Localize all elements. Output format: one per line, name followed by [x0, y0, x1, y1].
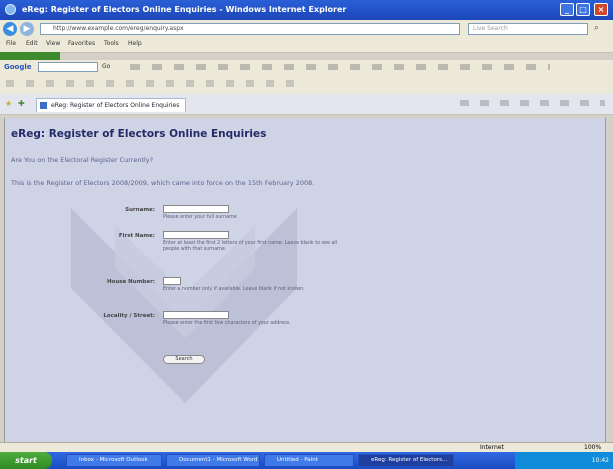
back-button[interactable]: ◀: [3, 22, 17, 36]
house-number-label: House Number:: [106, 279, 155, 285]
surname-help: Please enter your full surname: [163, 215, 237, 220]
menu-file[interactable]: File: [6, 40, 16, 47]
google-go-button[interactable]: Go: [102, 63, 110, 70]
page-title: eReg: Register of Electors Online Enquir…: [11, 128, 267, 140]
menu-help[interactable]: Help: [128, 40, 142, 47]
maximize-button[interactable]: □: [576, 3, 590, 16]
search-button[interactable]: Search: [163, 355, 205, 364]
google-toolbar: Google Go: [0, 60, 613, 77]
window-title: eReg: Register of Electors Online Enquir…: [22, 5, 347, 14]
task-word[interactable]: Document1 - Microsoft Word: [166, 454, 260, 467]
title-bar: eReg: Register of Electors Online Enquir…: [0, 0, 613, 20]
address-toolbar: ◀ ▶ http://www.example.com/ereg/enquiry.…: [0, 20, 613, 39]
page-favicon-icon: [40, 102, 47, 109]
house-number-help: Enter a number only if available. Leave …: [163, 287, 305, 292]
tab-bar: ★ ✚ eReg: Register of Electors Online En…: [0, 94, 613, 115]
surname-label: Surname:: [125, 207, 155, 213]
surname-input[interactable]: [163, 205, 229, 213]
locality-help: Please enter the first few characters of…: [163, 321, 291, 326]
ie-logo-icon: [5, 4, 16, 15]
page-question: Are You on the Electoral Register Curren…: [11, 156, 154, 164]
locality-label: Locality / Street:: [103, 313, 155, 319]
toolbar-buttons[interactable]: [6, 80, 306, 87]
command-bar[interactable]: [460, 100, 605, 106]
taskbar: start Inbox - Microsoft Outlook Document…: [0, 452, 613, 469]
task-paint[interactable]: Untitled - Paint: [264, 454, 354, 467]
menu-tools[interactable]: Tools: [104, 40, 119, 47]
menu-view[interactable]: View: [46, 40, 60, 47]
forward-button[interactable]: ▶: [20, 22, 34, 36]
menu-edit[interactable]: Edit: [26, 40, 38, 47]
zoom-level[interactable]: 100%: [584, 444, 601, 451]
tools-toolbar: [0, 76, 613, 95]
house-number-input[interactable]: [163, 277, 181, 285]
close-button[interactable]: ×: [594, 3, 608, 16]
page-content: eReg: Register of Electors Online Enquir…: [4, 118, 606, 442]
task-ie[interactable]: eReg: Register of Electors...: [358, 454, 454, 467]
minimize-button[interactable]: _: [560, 3, 574, 16]
add-favorite-icon[interactable]: ✚: [18, 99, 25, 108]
tab-ereg[interactable]: eReg: Register of Electors Online Enquir…: [36, 98, 186, 112]
links-bar: [0, 52, 60, 60]
locality-input[interactable]: [163, 311, 229, 319]
zone-indicator: Internet: [480, 444, 504, 451]
first-name-input[interactable]: [163, 231, 229, 239]
first-name-help: Enter at least the first 2 letters of yo…: [163, 241, 338, 252]
menu-bar: File Edit View Favorites Tools Help: [0, 38, 613, 53]
clock: 10:42: [591, 457, 609, 464]
first-name-label: First Name:: [118, 233, 155, 239]
google-search-input[interactable]: [38, 62, 98, 72]
favorites-star-icon[interactable]: ★: [5, 99, 12, 108]
page-info: This is the Register of Electors 2008/20…: [11, 179, 315, 187]
system-tray: 10:42: [515, 452, 613, 469]
search-input[interactable]: Live Search: [468, 23, 588, 35]
google-toolbar-buttons[interactable]: [130, 64, 550, 70]
address-input[interactable]: http://www.example.com/ereg/enquiry.aspx: [40, 23, 460, 35]
task-outlook[interactable]: Inbox - Microsoft Outlook: [66, 454, 162, 467]
start-button[interactable]: start: [0, 452, 52, 469]
menu-favorites[interactable]: Favorites: [68, 40, 95, 47]
search-icon[interactable]: ⌕: [594, 23, 599, 33]
google-logo: Google: [4, 63, 32, 71]
